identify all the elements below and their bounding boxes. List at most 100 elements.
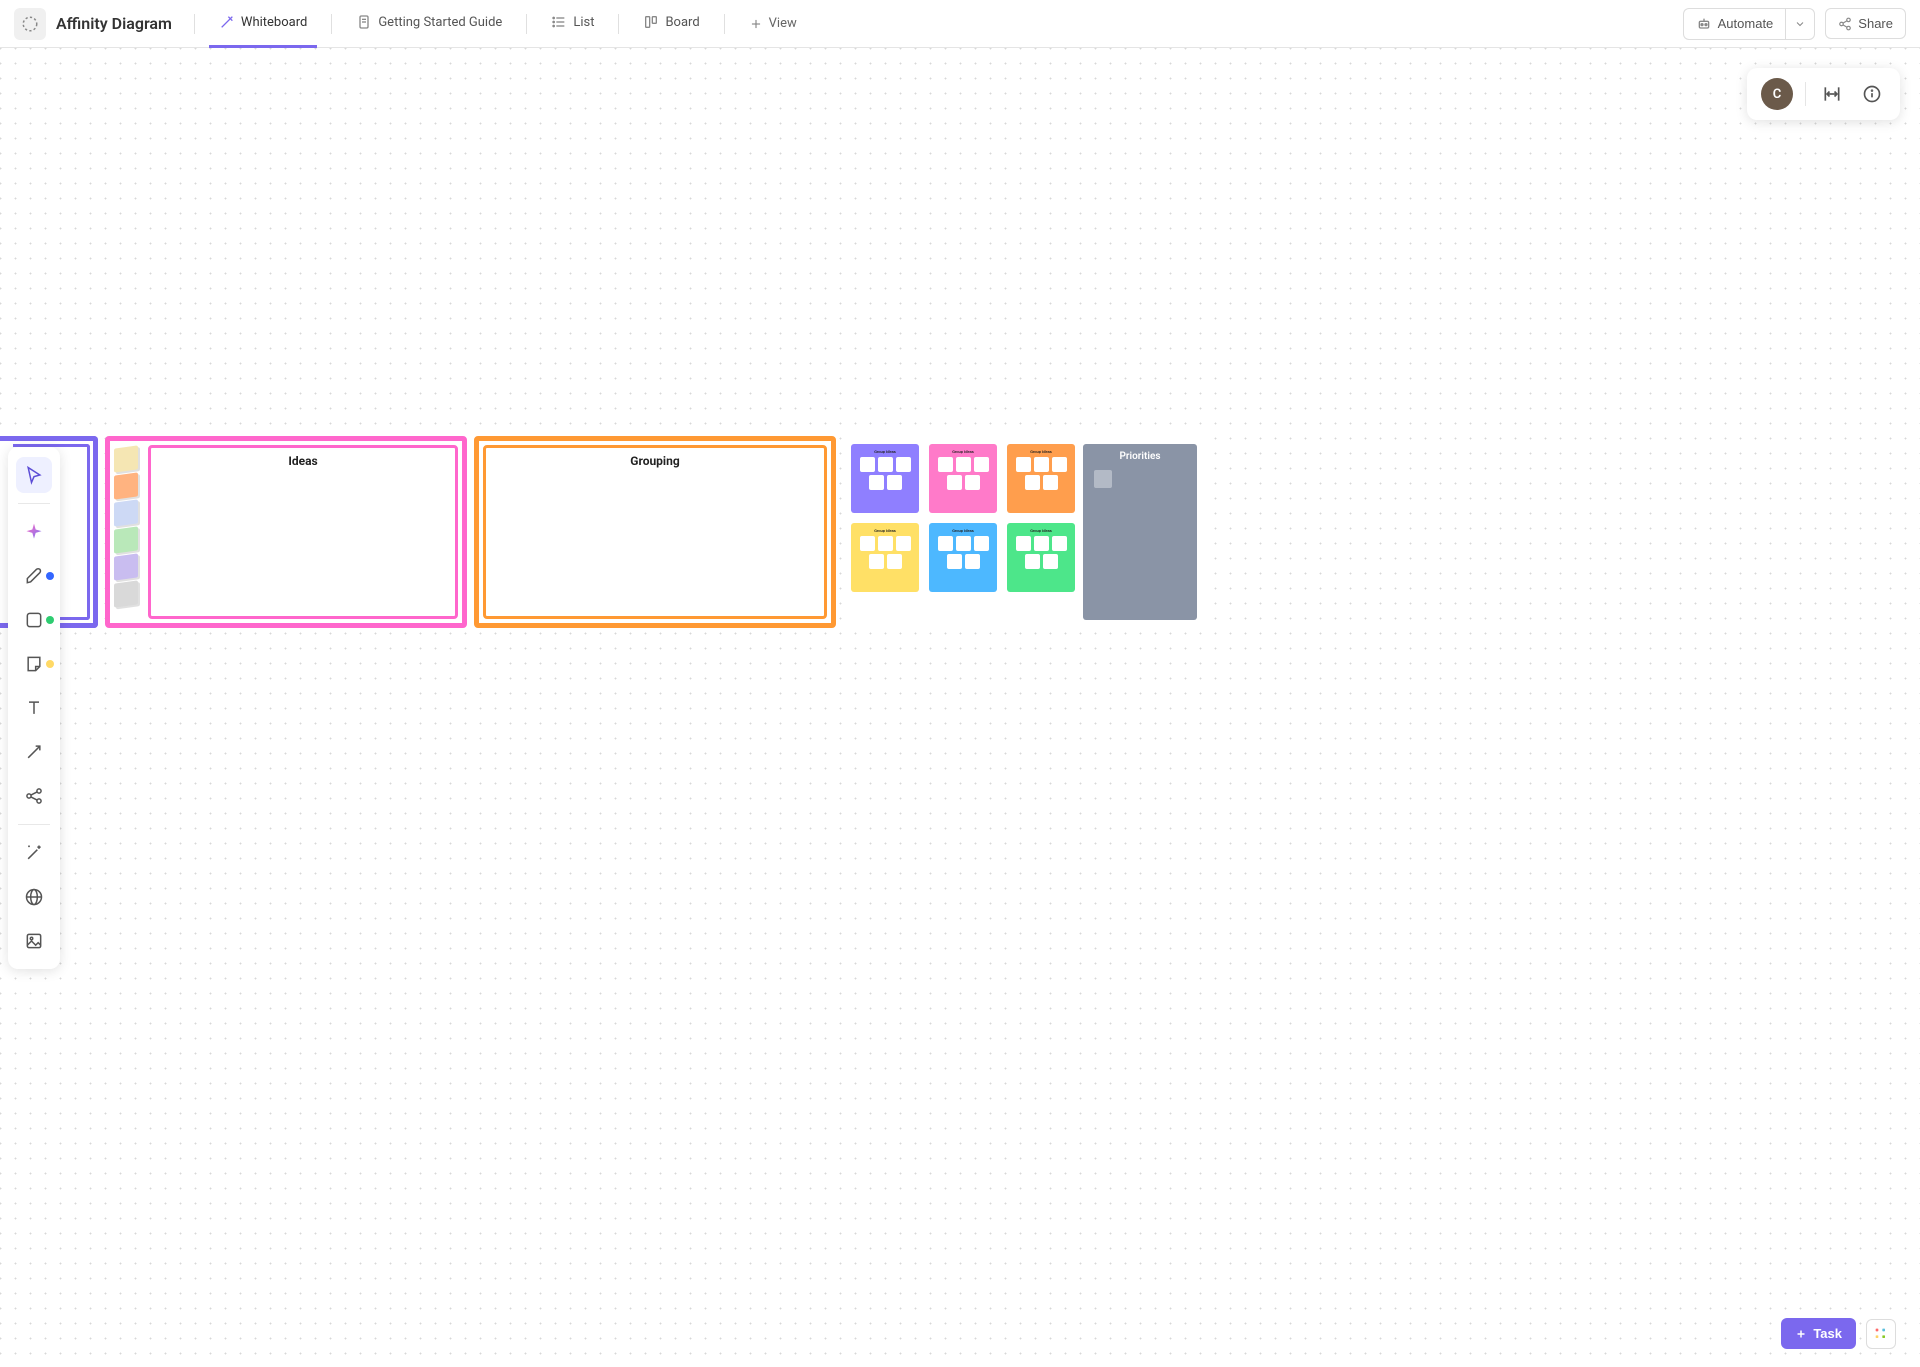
group-square: [974, 536, 989, 551]
color-dot-green: [46, 616, 54, 624]
fit-width-button[interactable]: [1818, 80, 1846, 108]
tool-connector[interactable]: [16, 734, 52, 770]
group-square: [1043, 554, 1058, 569]
group-card[interactable]: Group Ideas: [1007, 523, 1075, 592]
toolbar: [8, 447, 60, 969]
divider: [194, 14, 195, 34]
tab-getting-started[interactable]: Getting Started Guide: [346, 0, 512, 48]
tab-whiteboard[interactable]: Whiteboard: [209, 0, 317, 48]
whiteboard-canvas[interactable]: [0, 48, 1920, 1367]
group-square: [938, 536, 953, 551]
group-card[interactable]: Group Ideas: [929, 444, 997, 513]
frame-ideas[interactable]: Ideas: [105, 436, 467, 628]
divider: [618, 14, 619, 34]
cube[interactable]: [114, 472, 138, 499]
text-icon: [24, 698, 44, 718]
group-square: [1025, 475, 1040, 490]
group-square: [1034, 536, 1049, 551]
group-square: [956, 457, 971, 472]
divider: [331, 14, 332, 34]
tool-text[interactable]: [16, 690, 52, 726]
new-task-button[interactable]: Task: [1781, 1318, 1856, 1349]
group-square: [896, 536, 911, 551]
separator: [1805, 82, 1806, 106]
group-square: [1016, 457, 1031, 472]
group-card[interactable]: Group Ideas: [851, 523, 919, 592]
avatar-initial: C: [1773, 87, 1782, 102]
info-icon: [1862, 84, 1882, 104]
group-card[interactable]: Group Ideas: [851, 444, 919, 513]
mindmap-icon: [24, 786, 44, 806]
tool-mindmap[interactable]: [16, 778, 52, 814]
frame-groups[interactable]: Group IdeasGroup IdeasGroup IdeasGroup I…: [843, 436, 1205, 628]
group-card[interactable]: Group Ideas: [1007, 444, 1075, 513]
page-title: Affinity Diagram: [56, 14, 172, 33]
automate-dropdown[interactable]: [1785, 8, 1815, 40]
automate-label: Automate: [1718, 16, 1774, 31]
color-dot-blue: [46, 572, 54, 580]
automate-button[interactable]: Automate: [1683, 8, 1786, 40]
apps-button[interactable]: [1866, 1319, 1896, 1349]
tab-board[interactable]: Board: [633, 0, 709, 48]
group-square: [1052, 536, 1067, 551]
group-grid: Group IdeasGroup IdeasGroup IdeasGroup I…: [851, 444, 1075, 620]
canvas-wrap: C Ideas Grouping Group IdeasGr: [0, 48, 1920, 1367]
group-square: [869, 475, 884, 490]
group-square: [896, 457, 911, 472]
group-square: [965, 475, 980, 490]
tab-label: Board: [665, 15, 699, 30]
cube[interactable]: [114, 580, 138, 607]
priority-square: [1094, 470, 1112, 488]
group-card[interactable]: Group Ideas: [929, 523, 997, 592]
tab-label: List: [573, 15, 594, 30]
chevron-down-icon: [1794, 18, 1806, 30]
group-square: [1043, 475, 1058, 490]
cube[interactable]: [114, 445, 138, 472]
group-square: [1025, 554, 1040, 569]
group-square: [956, 536, 971, 551]
board-content: Ideas Grouping Group IdeasGroup IdeasGro…: [0, 436, 1205, 628]
image-icon: [24, 931, 44, 951]
group-square: [938, 457, 953, 472]
info-button[interactable]: [1858, 80, 1886, 108]
sticky-note-icon: [24, 654, 44, 674]
tool-sticky[interactable]: [16, 646, 52, 682]
view-label: View: [769, 16, 797, 31]
tool-ai[interactable]: [16, 514, 52, 550]
share-label: Share: [1858, 16, 1893, 31]
cube[interactable]: [114, 526, 138, 553]
globe-icon: [24, 887, 44, 907]
group-square: [1034, 457, 1049, 472]
user-avatar[interactable]: C: [1761, 78, 1793, 110]
priorities-card[interactable]: Priorities: [1083, 444, 1197, 620]
tool-magic[interactable]: [16, 835, 52, 871]
task-bar: Task: [1781, 1318, 1896, 1349]
group-square: [947, 554, 962, 569]
tool-shape[interactable]: [16, 602, 52, 638]
frame-grouping[interactable]: Grouping: [474, 436, 836, 628]
group-header: Group Ideas: [933, 528, 993, 533]
group-square: [887, 475, 902, 490]
list-icon: [551, 14, 567, 30]
whiteboard-icon: [219, 14, 235, 30]
tab-label: Whiteboard: [241, 15, 307, 30]
cube[interactable]: [114, 499, 138, 526]
frame-ideas-inner: Ideas: [148, 445, 458, 619]
connector-icon: [24, 742, 44, 762]
priorities-label: Priorities: [1090, 451, 1190, 462]
board-icon: [643, 14, 659, 30]
cube[interactable]: [114, 553, 138, 580]
apps-grid-icon: [1873, 1326, 1889, 1342]
share-button[interactable]: Share: [1825, 8, 1906, 39]
app-icon[interactable]: [14, 8, 46, 40]
group-square: [878, 457, 893, 472]
tool-image[interactable]: [16, 923, 52, 959]
tool-select[interactable]: [16, 457, 52, 493]
divider: [526, 14, 527, 34]
divider: [724, 14, 725, 34]
tab-list[interactable]: List: [541, 0, 604, 48]
tool-pen[interactable]: [16, 558, 52, 594]
add-view-button[interactable]: View: [739, 10, 807, 37]
pen-icon: [24, 566, 44, 586]
tool-web[interactable]: [16, 879, 52, 915]
